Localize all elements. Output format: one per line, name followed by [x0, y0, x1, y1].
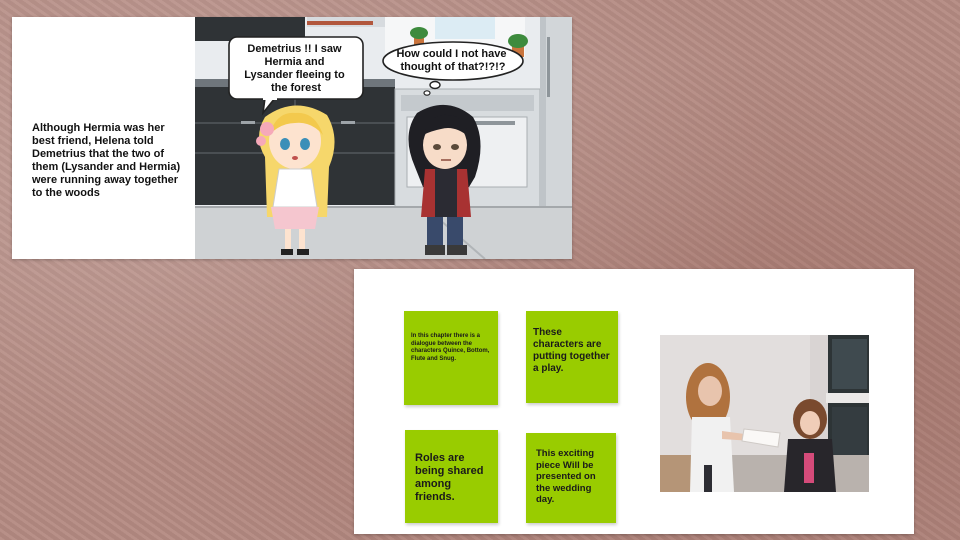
sticky-note: This exciting piece Will be presented on…: [526, 433, 616, 523]
speech-line: Demetrius !! I saw: [247, 43, 342, 55]
notes-slide: In this chapter there is a dialogue betw…: [354, 269, 914, 534]
speech-line: the forest: [271, 82, 321, 94]
svg-text:How could I not have t: How could I not have thought of that?!?!…: [396, 48, 509, 73]
speech-line: Lysander fleeing to: [244, 69, 345, 81]
thought-line: How could I not have: [396, 48, 506, 60]
speech-line: Hermia and: [265, 56, 325, 68]
sticky-note: Roles are being shared among friends.: [405, 430, 498, 523]
comic-slide: Although Hermia was her best friend, Hel…: [12, 17, 572, 259]
sticky-note: These characters are putting together a …: [526, 311, 618, 403]
photo-illustration: [660, 335, 869, 492]
story-caption: Although Hermia was her best friend, Hel…: [32, 122, 181, 199]
kids-rehearsal-photo: [660, 335, 869, 492]
sticky-note: In this chapter there is a dialogue betw…: [404, 311, 498, 405]
comic-scene: Demetrius !! I saw Hermia and Lysander f…: [195, 17, 572, 259]
thought-line: thought of that?!?!?: [400, 61, 505, 73]
